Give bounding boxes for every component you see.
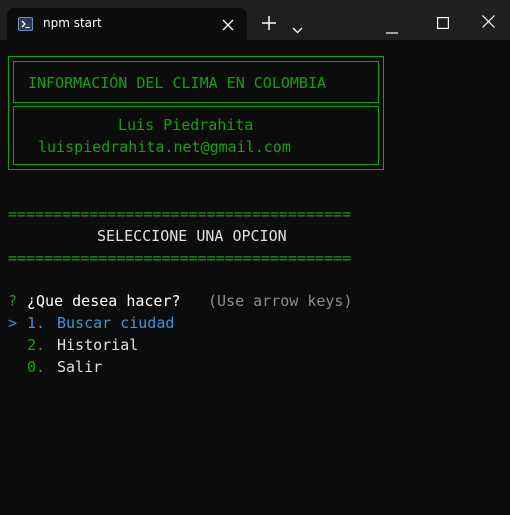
prompt-hint: (Use arrow keys) [208, 292, 353, 310]
maximize-icon[interactable] [437, 14, 450, 33]
header-box: INFORMACIÓN DEL CLIMA EN COLOMBIA Luis P… [8, 56, 384, 170]
tab-npm-start[interactable]: npm start [7, 8, 247, 40]
author-name: Luis Piedrahita [118, 116, 254, 134]
prompt-marker: ? [8, 292, 18, 310]
tab-title: npm start [43, 16, 102, 30]
option-number: 2. [27, 336, 46, 354]
title-bar: npm start [0, 0, 510, 40]
close-tab-icon[interactable] [221, 17, 235, 36]
author-email: luispiedrahita.net@gmail.com [38, 138, 291, 156]
menu-title: SELECCIONE UNA OPCION [97, 227, 287, 245]
selection-pointer: > [8, 314, 18, 332]
prompt-question: ¿Que desea hacer? [27, 292, 181, 310]
chevron-down-icon[interactable] [292, 19, 303, 38]
option-label: Buscar ciudad [57, 314, 175, 332]
separator-top: ====================================== [8, 205, 352, 223]
option-label: Historial [57, 336, 139, 354]
separator-bottom: ====================================== [8, 249, 352, 267]
terminal-area[interactable]: INFORMACIÓN DEL CLIMA EN COLOMBIA Luis P… [0, 40, 510, 515]
header-title: INFORMACIÓN DEL CLIMA EN COLOMBIA [28, 74, 327, 92]
plus-icon[interactable] [261, 15, 277, 35]
powershell-icon [18, 17, 33, 31]
option-number: 0. [27, 358, 46, 376]
title-box: INFORMACIÓN DEL CLIMA EN COLOMBIA [13, 61, 379, 103]
option-number: 1. [27, 314, 46, 332]
close-icon[interactable] [482, 13, 495, 32]
minimize-icon[interactable] [386, 19, 398, 38]
author-box: Luis Piedrahita luispiedrahita.net@gmail… [13, 106, 379, 165]
option-label: Salir [57, 358, 103, 376]
